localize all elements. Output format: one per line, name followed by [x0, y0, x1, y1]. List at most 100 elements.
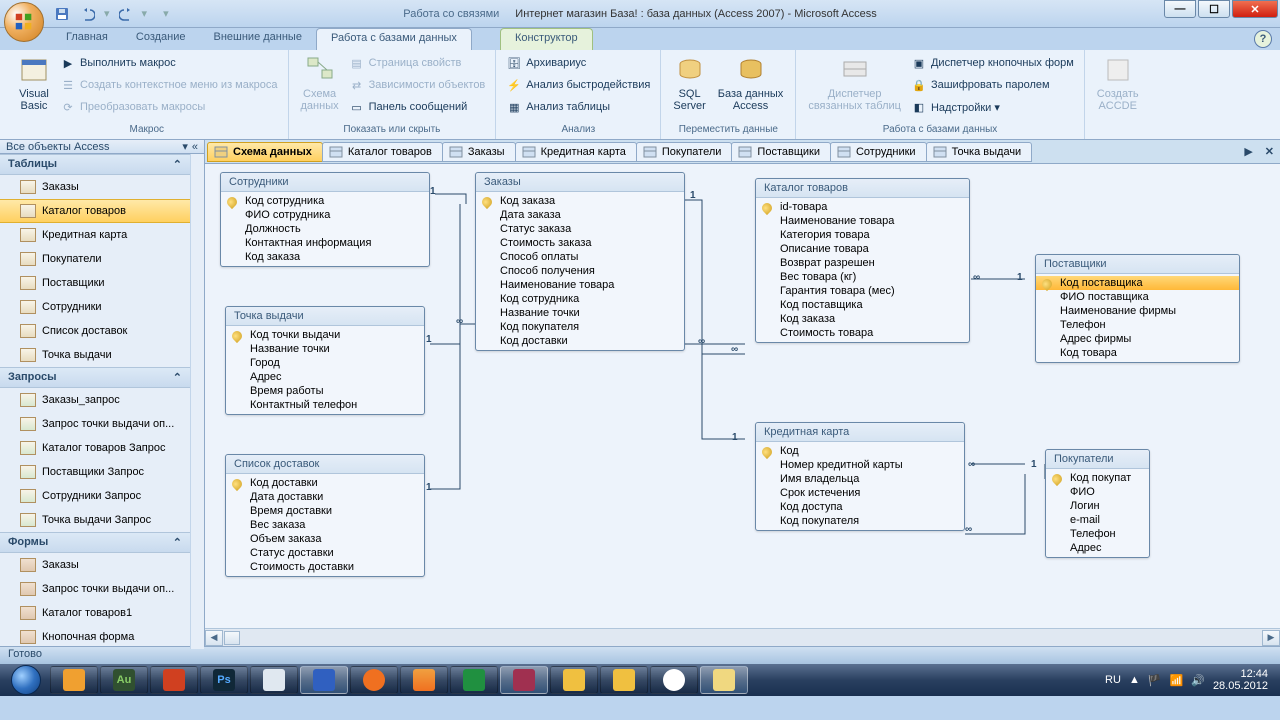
- nav-item[interactable]: Точка выдачи: [0, 343, 190, 367]
- entity-table-delivery[interactable]: Список доставок Код доставкиДата доставк…: [225, 454, 425, 577]
- collapse-icon[interactable]: «: [192, 141, 198, 153]
- taskbar-app[interactable]: [300, 666, 348, 694]
- table-field[interactable]: Имя владельца: [756, 472, 964, 486]
- nav-group-header[interactable]: Формы⌃: [0, 532, 190, 553]
- ribbon-tab[interactable]: Работа с базами данных: [316, 28, 472, 50]
- nav-item[interactable]: Запрос точки выдачи оп...: [0, 577, 190, 601]
- table-field[interactable]: Способ оплаты: [476, 250, 684, 264]
- table-field[interactable]: Код заказа: [476, 194, 684, 208]
- entity-title[interactable]: Кредитная карта: [756, 423, 964, 442]
- nav-item[interactable]: Каталог товаров Запрос: [0, 436, 190, 460]
- taskbar-app[interactable]: [650, 666, 698, 694]
- nav-item[interactable]: Кнопочная форма: [0, 625, 190, 649]
- scroll-left-icon[interactable]: ◀: [205, 630, 223, 646]
- table-field[interactable]: Контактная информация: [221, 236, 429, 250]
- h-scrollbar[interactable]: ◀ ▶: [205, 628, 1280, 646]
- taskbar-app[interactable]: Au: [100, 666, 148, 694]
- entity-title[interactable]: Сотрудники: [221, 173, 429, 192]
- table-field[interactable]: Наименование товара: [476, 278, 684, 292]
- chevron-down-icon[interactable]: ▾: [182, 140, 188, 153]
- entity-table-suppliers[interactable]: Поставщики Код поставщикаФИО поставщикаН…: [1035, 254, 1240, 363]
- table-field[interactable]: Способ получения: [476, 264, 684, 278]
- table-field[interactable]: Гарантия товара (мес): [756, 284, 969, 298]
- table-field[interactable]: Адрес: [1046, 541, 1149, 555]
- table-field[interactable]: Стоимость заказа: [476, 236, 684, 250]
- table-field[interactable]: ФИО поставщика: [1036, 290, 1239, 304]
- minimize-button[interactable]: —: [1164, 0, 1196, 18]
- entity-title[interactable]: Каталог товаров: [756, 179, 969, 198]
- table-field[interactable]: Название точки: [226, 342, 424, 356]
- nav-item[interactable]: Заказы: [0, 553, 190, 577]
- nav-item[interactable]: Заказы_запрос: [0, 388, 190, 412]
- nav-group-header[interactable]: Таблицы⌃: [0, 154, 190, 175]
- table-field[interactable]: Код поставщика: [756, 298, 969, 312]
- scroll-right-icon[interactable]: ▶: [1262, 630, 1280, 646]
- table-field[interactable]: ФИО: [1046, 485, 1149, 499]
- table-field[interactable]: Наименование фирмы: [1036, 304, 1239, 318]
- table-field[interactable]: Код покупат: [1046, 471, 1149, 485]
- table-field[interactable]: Город: [226, 356, 424, 370]
- table-field[interactable]: Время доставки: [226, 504, 424, 518]
- table-field[interactable]: Телефон: [1046, 527, 1149, 541]
- table-field[interactable]: Код доставки: [226, 476, 424, 490]
- table-field[interactable]: Номер кредитной карты: [756, 458, 964, 472]
- nav-item[interactable]: Запрос точки выдачи оп...: [0, 412, 190, 436]
- table-field[interactable]: Стоимость товара: [756, 326, 969, 340]
- table-field[interactable]: Стоимость доставки: [226, 560, 424, 574]
- nav-item[interactable]: Сотрудники Запрос: [0, 484, 190, 508]
- nav-item[interactable]: Каталог товаров1: [0, 601, 190, 625]
- table-field[interactable]: Срок истечения: [756, 486, 964, 500]
- nav-item[interactable]: Заказы: [0, 175, 190, 199]
- nav-item[interactable]: Поставщики Запрос: [0, 460, 190, 484]
- taskbar-app[interactable]: [600, 666, 648, 694]
- entity-table-employees[interactable]: Сотрудники Код сотрудникаФИО сотрудникаД…: [220, 172, 430, 267]
- entity-title[interactable]: Точка выдачи: [226, 307, 424, 326]
- tray-icon[interactable]: ▲: [1129, 674, 1140, 686]
- entity-table-catalog[interactable]: Каталог товаров id-товараНаименование то…: [755, 178, 970, 343]
- qat-dd[interactable]: ▾: [142, 7, 148, 20]
- table-field[interactable]: Логин: [1046, 499, 1149, 513]
- table-field[interactable]: Код: [756, 444, 964, 458]
- table-field[interactable]: Код доступа: [756, 500, 964, 514]
- table-field[interactable]: Время работы: [226, 384, 424, 398]
- perf-button[interactable]: ⚡Анализ быстродействия: [502, 74, 654, 96]
- taskbar-app[interactable]: [500, 666, 548, 694]
- start-button[interactable]: [4, 664, 48, 696]
- table-field[interactable]: Наименование товара: [756, 214, 969, 228]
- table-field[interactable]: Объем заказа: [226, 532, 424, 546]
- table-field[interactable]: Код поставщика: [1036, 276, 1239, 290]
- save-icon[interactable]: [52, 4, 72, 24]
- table-field[interactable]: Название точки: [476, 306, 684, 320]
- redo-icon[interactable]: [116, 4, 136, 24]
- volume-icon[interactable]: 🔊: [1191, 674, 1205, 687]
- system-tray[interactable]: RU ▲ 🏴 📶 🔊 12:4428.05.2012: [1105, 668, 1276, 692]
- encrypt-button[interactable]: 🔒Зашифровать паролем: [907, 74, 1078, 96]
- access-db-button[interactable]: База данных Access: [712, 52, 790, 124]
- table-field[interactable]: Адрес: [226, 370, 424, 384]
- nav-item[interactable]: Каталог товаров: [0, 199, 190, 223]
- entity-title[interactable]: Поставщики: [1036, 255, 1239, 274]
- addins-button[interactable]: ◧Надстройки ▾: [907, 96, 1078, 118]
- table-field[interactable]: Код сотрудника: [476, 292, 684, 306]
- maximize-button[interactable]: ☐: [1198, 0, 1230, 18]
- entity-title[interactable]: Заказы: [476, 173, 684, 192]
- scroll-thumb[interactable]: [224, 631, 240, 645]
- table-field[interactable]: Дата доставки: [226, 490, 424, 504]
- table-field[interactable]: ФИО сотрудника: [221, 208, 429, 222]
- table-field[interactable]: Категория товара: [756, 228, 969, 242]
- table-field[interactable]: Код товара: [1036, 346, 1239, 360]
- table-field[interactable]: Контактный телефон: [226, 398, 424, 412]
- nav-item[interactable]: Сотрудники: [0, 295, 190, 319]
- taskbar-app[interactable]: [50, 666, 98, 694]
- office-button[interactable]: [4, 2, 44, 42]
- entity-table-pickup[interactable]: Точка выдачи Код точки выдачиНазвание то…: [225, 306, 425, 415]
- entity-table-card[interactable]: Кредитная карта КодНомер кредитной карты…: [755, 422, 965, 531]
- ribbon-tab-context[interactable]: Конструктор: [500, 28, 593, 50]
- taskbar-app[interactable]: [550, 666, 598, 694]
- object-tab[interactable]: Точка выдачи: [926, 142, 1033, 162]
- taskbar-app[interactable]: [450, 666, 498, 694]
- entity-table-buyers[interactable]: Покупатели Код покупатФИОЛогинe-mailТеле…: [1045, 449, 1150, 558]
- table-field[interactable]: Возврат разрешен: [756, 256, 969, 270]
- table-field[interactable]: Дата заказа: [476, 208, 684, 222]
- table-field[interactable]: Описание товара: [756, 242, 969, 256]
